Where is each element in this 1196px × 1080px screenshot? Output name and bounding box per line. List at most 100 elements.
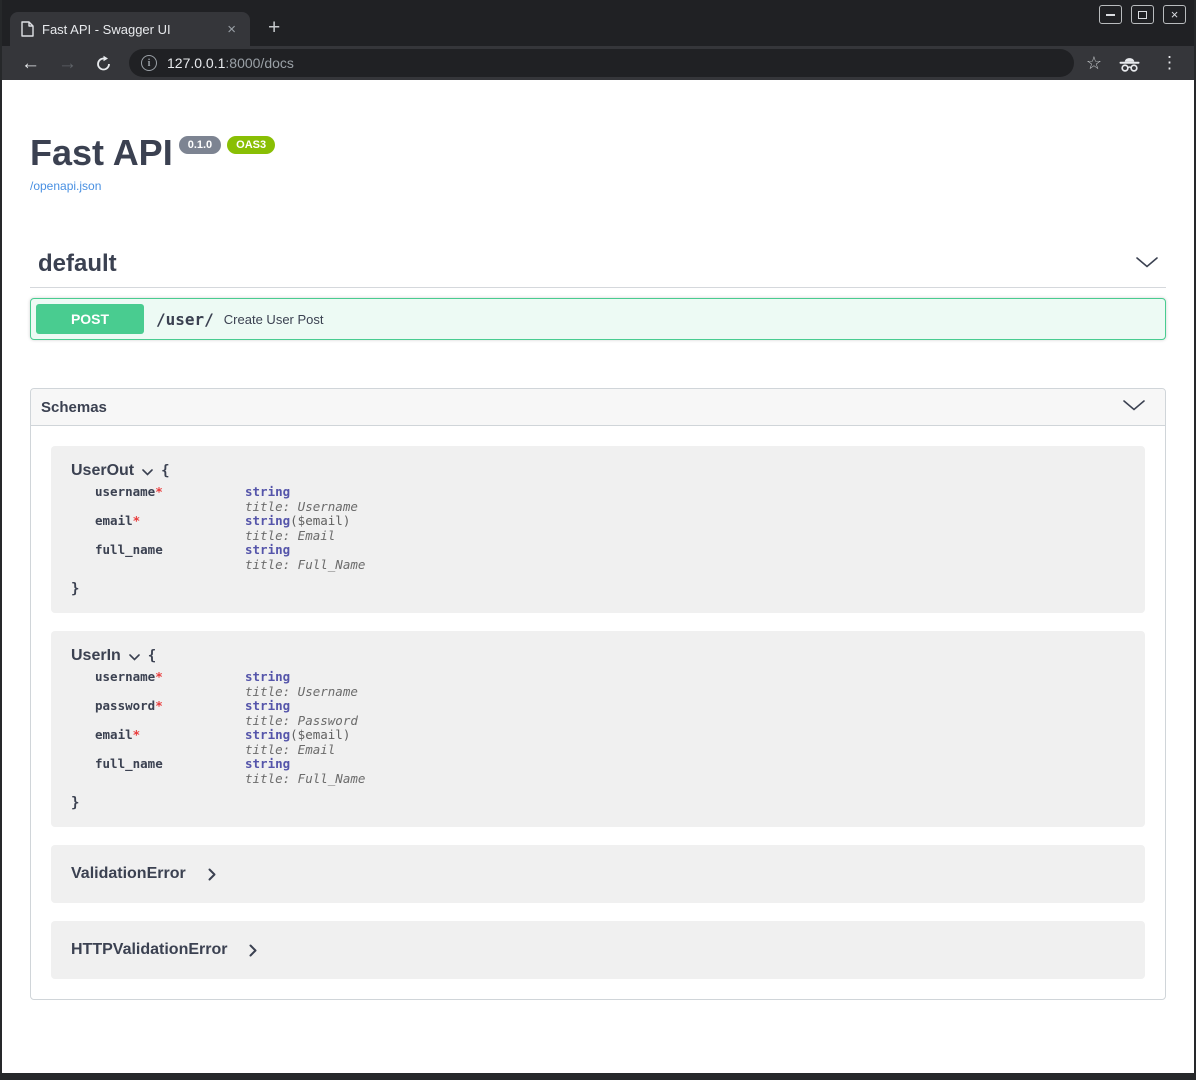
- api-title-text: Fast API: [30, 132, 173, 173]
- oas-badge: OAS3: [227, 136, 275, 154]
- required-star: *: [155, 669, 163, 684]
- prop-title: title: Email: [245, 528, 335, 543]
- url-host: 127.0.0.1: [167, 55, 225, 71]
- property-row: username* stringtitle: Username: [95, 670, 1125, 699]
- chevron-down-icon[interactable]: [1123, 398, 1145, 416]
- prop-format: ($email): [290, 727, 350, 742]
- required-star: *: [133, 727, 141, 742]
- tab-strip: Fast API - Swagger UI × + ×: [2, 0, 1194, 46]
- prop-type: string: [245, 727, 290, 742]
- prop-type: string: [245, 484, 290, 499]
- prop-title: title: Username: [245, 499, 358, 514]
- prop-type: string: [245, 698, 290, 713]
- api-info: Fast API 0.1.0 OAS3 /openapi.json: [30, 80, 1166, 195]
- maximize-icon: [1138, 11, 1147, 19]
- close-icon: ×: [1171, 8, 1179, 21]
- prop-title: title: Username: [245, 684, 358, 699]
- page-document-icon: [20, 21, 34, 37]
- browser-toolbar: ← → i 127.0.0.1:8000/docs ☆ ⋮: [2, 46, 1194, 80]
- browser-window: Fast API - Swagger UI × + × ← → i 127.0.…: [0, 0, 1196, 1080]
- model-name: HTTPValidationError: [71, 941, 227, 959]
- prop-name: full_name: [95, 756, 163, 771]
- model-properties: username* stringtitle: Username email* s…: [95, 485, 1125, 572]
- model-userout-toggle[interactable]: UserOut {: [71, 462, 1125, 480]
- endpoint-summary: Create User Post: [224, 312, 324, 327]
- prop-type: string: [245, 669, 290, 684]
- prop-name: username: [95, 669, 155, 684]
- chevron-right-icon: [208, 868, 216, 881]
- endpoint-path: /user/: [156, 310, 214, 329]
- model-userin-toggle[interactable]: UserIn {: [71, 647, 1125, 665]
- prop-name: email: [95, 727, 133, 742]
- chevron-down-icon: [142, 469, 153, 476]
- prop-type: string: [245, 513, 290, 528]
- required-star: *: [133, 513, 141, 528]
- close-brace: }: [71, 795, 1125, 811]
- tag-section-default[interactable]: default: [30, 245, 1166, 288]
- bookmark-star-icon[interactable]: ☆: [1086, 53, 1102, 74]
- model-name: UserIn: [71, 647, 121, 665]
- required-star: *: [155, 484, 163, 499]
- version-badge: 0.1.0: [179, 136, 221, 154]
- browser-menu-icon[interactable]: ⋮: [1155, 53, 1184, 73]
- model-validationerror[interactable]: ValidationError: [51, 845, 1145, 903]
- tab-title: Fast API - Swagger UI: [42, 22, 223, 37]
- prop-title: title: Password: [245, 713, 358, 728]
- forward-icon[interactable]: →: [49, 54, 86, 73]
- open-brace: {: [148, 648, 156, 664]
- close-brace: }: [71, 581, 1125, 597]
- property-row: full_name stringtitle: Full_Name: [95, 543, 1125, 572]
- new-tab-button[interactable]: +: [262, 16, 286, 40]
- prop-type: string: [245, 756, 290, 771]
- model-userout: UserOut { username* stringtitle: Usernam…: [51, 446, 1145, 613]
- open-brace: {: [161, 463, 169, 479]
- prop-name: email: [95, 513, 133, 528]
- prop-name: password: [95, 698, 155, 713]
- opblock-summary-row[interactable]: POST /user/ Create User Post: [31, 299, 1165, 339]
- close-button[interactable]: ×: [1163, 5, 1186, 24]
- model-name: ValidationError: [71, 865, 186, 883]
- chevron-down-icon[interactable]: [1136, 255, 1158, 273]
- chevron-down-icon: [129, 654, 140, 661]
- window-controls: ×: [1099, 5, 1186, 24]
- page-title: Fast API 0.1.0 OAS3: [30, 132, 1166, 174]
- method-badge: POST: [36, 304, 144, 334]
- schemas-title: Schemas: [41, 399, 107, 416]
- property-row: email* string($email)title: Email: [95, 514, 1125, 543]
- reload-icon[interactable]: [86, 55, 121, 72]
- back-icon[interactable]: ←: [12, 54, 49, 73]
- openapi-spec-link[interactable]: /openapi.json: [30, 179, 101, 193]
- property-row: username* stringtitle: Username: [95, 485, 1125, 514]
- prop-name: full_name: [95, 542, 163, 557]
- schemas-header[interactable]: Schemas: [31, 389, 1165, 426]
- prop-type: string: [245, 542, 290, 557]
- incognito-icon: [1118, 54, 1141, 73]
- schemas-body: UserOut { username* stringtitle: Usernam…: [31, 426, 1165, 999]
- property-row: full_name stringtitle: Full_Name: [95, 757, 1125, 786]
- minimize-button[interactable]: [1099, 5, 1122, 24]
- opblock-post-user: POST /user/ Create User Post: [30, 298, 1166, 340]
- tag-name: default: [38, 251, 117, 277]
- prop-title: title: Full_Name: [245, 771, 365, 786]
- address-bar[interactable]: i 127.0.0.1:8000/docs: [129, 49, 1074, 77]
- model-name: UserOut: [71, 462, 134, 480]
- property-row: password* stringtitle: Password: [95, 699, 1125, 728]
- site-info-icon[interactable]: i: [141, 55, 157, 71]
- prop-format: ($email): [290, 513, 350, 528]
- prop-title: title: Email: [245, 742, 335, 757]
- prop-name: username: [95, 484, 155, 499]
- url-path: :8000/docs: [225, 55, 294, 71]
- tab-close-icon[interactable]: ×: [223, 21, 240, 38]
- schemas-section: Schemas UserOut {: [30, 388, 1166, 1000]
- minimize-icon: [1106, 14, 1115, 16]
- model-properties: username* stringtitle: Username password…: [95, 670, 1125, 786]
- chevron-right-icon: [249, 944, 257, 957]
- prop-title: title: Full_Name: [245, 557, 365, 572]
- model-userin: UserIn { username* stringtitle: Username…: [51, 631, 1145, 827]
- model-httpvalidationerror[interactable]: HTTPValidationError: [51, 921, 1145, 979]
- browser-tab[interactable]: Fast API - Swagger UI ×: [10, 12, 250, 46]
- required-star: *: [155, 698, 163, 713]
- property-row: email* string($email)title: Email: [95, 728, 1125, 757]
- maximize-button[interactable]: [1131, 5, 1154, 24]
- swagger-page: Fast API0.1.0OAS3 /openapi.json default …: [2, 80, 1194, 1073]
